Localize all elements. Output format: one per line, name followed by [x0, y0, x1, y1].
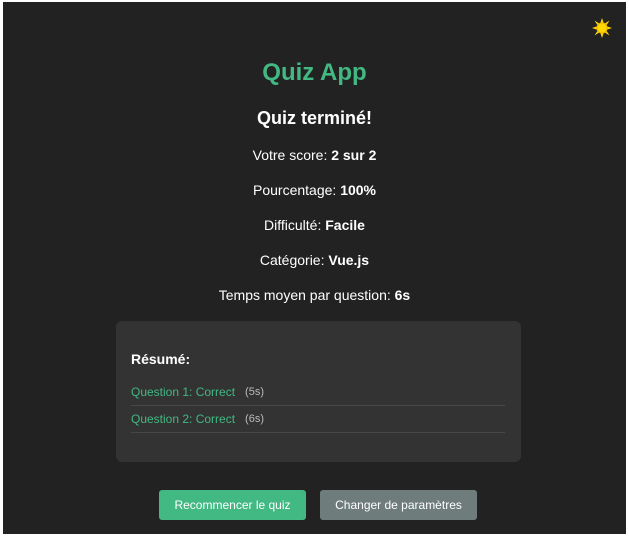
- percentage-line: Pourcentage: 100%: [3, 182, 626, 198]
- score-line: Votre score: 2 sur 2: [3, 147, 626, 163]
- average-time-label: Temps moyen par question:: [218, 287, 391, 303]
- difficulty-value: Facile: [325, 217, 365, 233]
- difficulty-line: Difficulté: Facile: [3, 217, 626, 233]
- question-time: (5s): [245, 386, 264, 398]
- category-value: Vue.js: [328, 252, 370, 268]
- restart-quiz-button[interactable]: Recommencer le quiz: [159, 490, 306, 520]
- quiz-finished-heading: Quiz terminé!: [256, 108, 372, 128]
- app-title: Quiz App: [262, 59, 367, 86]
- percentage-label: Pourcentage:: [253, 182, 337, 198]
- summary-title: Résumé:: [131, 351, 191, 367]
- quiz-app: Quiz App Quiz terminé! Votre score: 2 su…: [3, 2, 626, 534]
- question-time: (6s): [245, 413, 264, 425]
- category-label: Catégorie:: [259, 252, 325, 268]
- question-result: Question 2: Correct: [131, 412, 236, 426]
- summary-card: Résumé: Question 1: Correct (5s) Questio…: [116, 321, 521, 462]
- percentage-value: 100%: [340, 182, 376, 198]
- summary-row: Question 1: Correct (5s): [131, 379, 505, 406]
- average-time-line: Temps moyen par question: 6s: [3, 287, 626, 303]
- category-line: Catégorie: Vue.js: [3, 252, 626, 268]
- score-label: Votre score:: [252, 147, 328, 163]
- sun-icon: [592, 17, 612, 43]
- difficulty-label: Difficulté:: [264, 217, 322, 233]
- average-time-value: 6s: [394, 287, 411, 303]
- change-settings-button[interactable]: Changer de paramètres: [320, 490, 477, 520]
- question-result: Question 1: Correct: [131, 385, 236, 399]
- summary-row: Question 2: Correct (6s): [131, 406, 505, 433]
- theme-toggle-button[interactable]: [591, 17, 613, 43]
- score-value: 2 sur 2: [331, 147, 377, 163]
